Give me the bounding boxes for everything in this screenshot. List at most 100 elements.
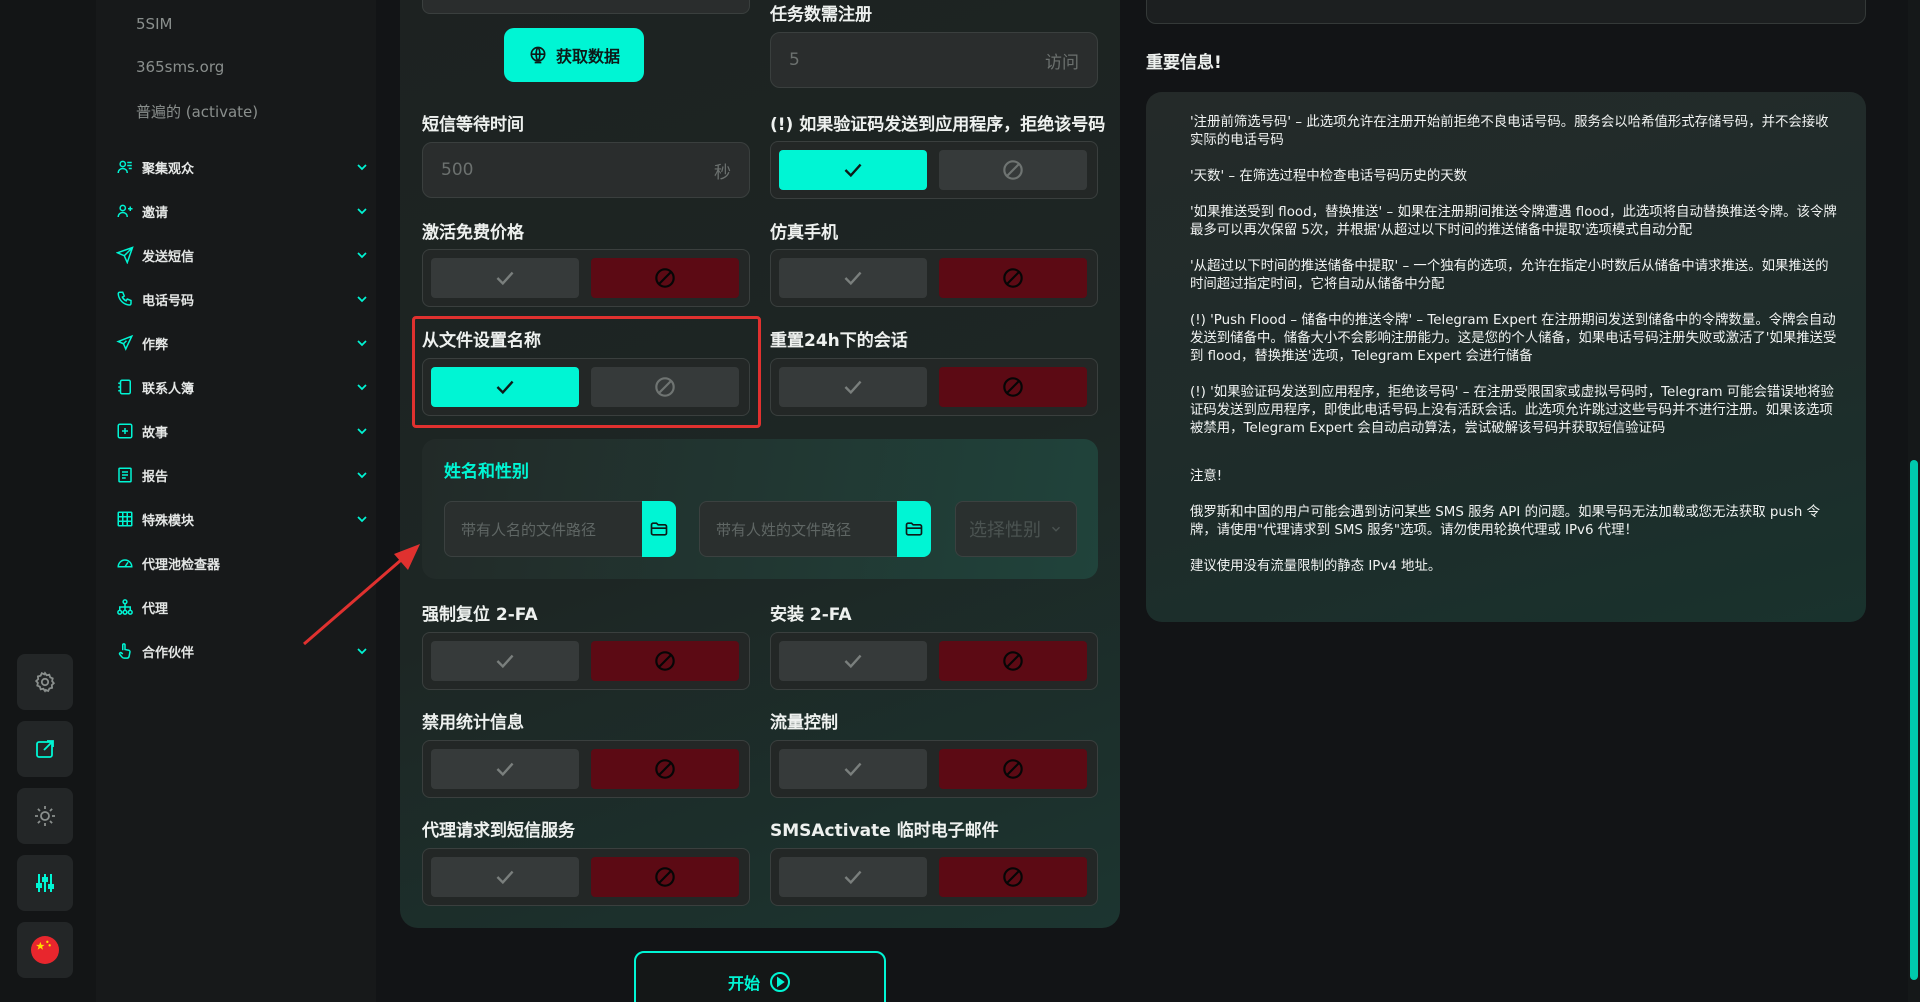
reject-toggle [770,141,1098,199]
info-top-input[interactable] [1146,0,1866,24]
toggle-on-button[interactable] [779,641,927,681]
user-add-icon [116,202,134,220]
browse-last-name-button[interactable] [897,501,931,557]
traffic-label: 流量控制 [770,713,838,733]
scrollbar-thumb[interactable] [1910,460,1918,980]
sidebar-sub-item[interactable]: 5SIM [136,15,172,33]
toggle-on-button[interactable] [779,258,927,298]
sidebar-item-contacts[interactable]: 联系人簿 [116,375,370,399]
users-icon [116,158,134,176]
sms-wait-input[interactable]: 500 秒 [422,142,750,198]
toggle-on-button[interactable] [779,367,927,407]
toggle-on-button[interactable] [431,857,579,897]
info-card: '注册前筛选号码' – 此选项允许在注册开始前拒绝不良电话号码。服务会以哈希值形… [1146,92,1866,622]
sidebar-item-phone-numbers[interactable]: 电话号码 [116,287,370,311]
sidebar-item-reports[interactable]: 报告 [116,463,370,487]
check-icon [496,870,514,885]
check-icon [844,380,862,395]
ban-icon [1003,268,1023,288]
toggle-off-button[interactable] [591,857,739,897]
disable-stats-toggle [422,740,750,798]
last-name-path-input[interactable]: 带有人姓的文件路径 [699,501,931,557]
chevron-down-icon [357,340,367,347]
info-paragraph: '从超过以下时间的推送储备中提取' – 一个独有的选项，允许在指定小时数后从储备… [1190,259,1829,292]
toggle-off-button[interactable] [939,150,1087,190]
toggle-off-button[interactable] [939,258,1087,298]
grid-icon [116,510,134,528]
toggle-on-button[interactable] [779,749,927,789]
check-icon [844,163,862,178]
sun-icon [35,806,55,826]
language-button[interactable] [17,922,73,978]
start-button[interactable]: 开始 [634,951,886,1002]
toggle-off-button[interactable] [939,749,1087,789]
external-link-icon [36,740,54,758]
first-name-placeholder: 带有人名的文件路径 [461,520,597,539]
gender-select[interactable]: 选择性别 [955,501,1077,557]
sms-email-toggle [770,848,1098,906]
ban-icon [655,268,675,288]
toggle-off-button[interactable] [591,258,739,298]
toggle-off-button[interactable] [939,367,1087,407]
sidebar-item-cheat[interactable]: 作弊 [116,331,370,355]
sidebar-item-label: 代理池检查器 [142,557,221,573]
ban-icon [655,651,675,671]
check-icon [844,271,862,286]
reset-sessions-label: 重置24h下的会话 [770,331,908,351]
network-icon [116,598,134,616]
start-label: 开始 [727,974,760,993]
sms-wait-label: 短信等待时间 [422,115,524,135]
sidebar-item-stories[interactable]: 故事 [116,419,370,443]
task-reg-input[interactable]: 5 访问 [770,32,1098,88]
toggle-on-button[interactable] [779,150,927,190]
report-icon [116,466,134,484]
folder-icon [905,522,923,536]
chevron-down-icon [357,252,367,259]
first-name-path-input[interactable]: 带有人名的文件路径 [444,501,676,557]
sidebar-sub-item[interactable]: 普遍的 (activate) [136,101,258,122]
sidebar-item-invite[interactable]: 邀请 [116,199,370,223]
fetch-data-button[interactable]: 获取数据 [504,28,644,82]
traffic-toggle [770,740,1098,798]
ban-icon [655,759,675,779]
toggle-on-button[interactable] [779,857,927,897]
theme-toggle-button[interactable] [17,788,73,844]
external-link-button[interactable] [17,721,73,777]
disable-stats-label: 禁用统计信息 [422,713,524,733]
toggle-off-button[interactable] [591,749,739,789]
proxy-sms-label: 代理请求到短信服务 [422,821,575,841]
toggle-on-button[interactable] [431,641,579,681]
sidebar-item-label: 特殊模块 [142,513,195,529]
sms-wait-value: 500 [441,160,474,180]
last-name-placeholder: 带有人姓的文件路径 [716,520,852,539]
browse-first-name-button[interactable] [642,501,676,557]
install-2fa-label: 安装 2-FA [770,605,852,625]
highlight-box [412,316,761,428]
folder-icon [650,522,668,536]
sidebar-item-label: 发送短信 [142,249,195,265]
free-price-toggle [422,249,750,307]
check-icon [844,654,862,669]
task-reg-unit: 访问 [1045,52,1079,73]
force-2fa-toggle [422,632,750,690]
chevron-down-icon [357,208,367,215]
toggle-off-button[interactable] [591,641,739,681]
toggle-off-button[interactable] [939,641,1087,681]
sliders-button[interactable] [17,855,73,911]
sidebar-item-special-modules[interactable]: 特殊模块 [116,507,370,531]
check-icon [844,762,862,777]
china-flag-icon [31,936,59,964]
path-input-top[interactable] [422,0,750,14]
check-icon [844,870,862,885]
sidebar: 5SIM 365sms.org 普遍的 (activate) 聚集观众 邀请 发… [96,0,376,1002]
sidebar-item-label: 故事 [142,425,169,441]
ban-icon [1003,867,1023,887]
toggle-on-button[interactable] [431,749,579,789]
sidebar-item-send-sms[interactable]: 发送短信 [116,243,370,267]
settings-button[interactable] [17,654,73,710]
sidebar-sub-item[interactable]: 365sms.org [136,58,224,76]
toggle-on-button[interactable] [431,258,579,298]
toggle-off-button[interactable] [939,857,1087,897]
send-icon [116,246,134,264]
sidebar-item-audience[interactable]: 聚集观众 [116,155,370,179]
